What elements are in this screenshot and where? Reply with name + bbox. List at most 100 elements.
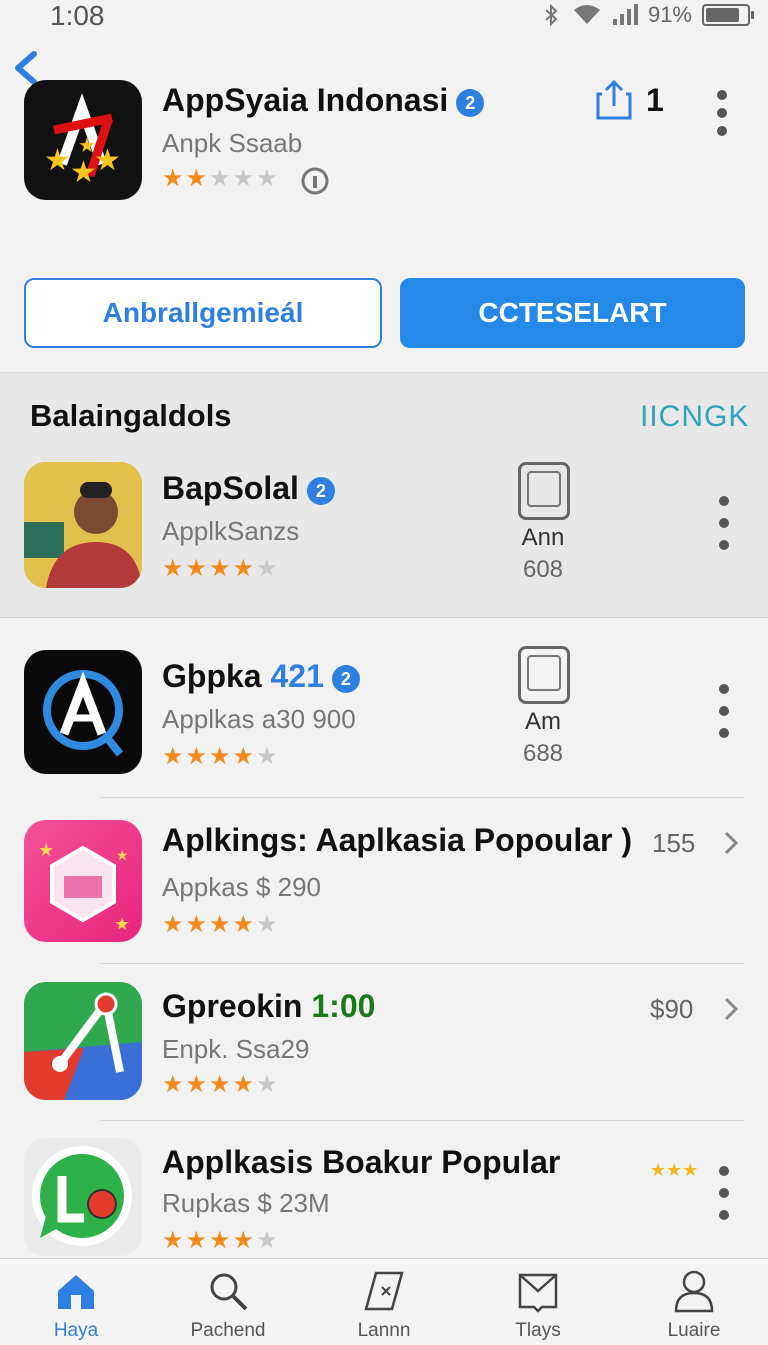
- verified-badge: 2: [456, 88, 485, 117]
- app-icon-list-2[interactable]: [24, 982, 142, 1100]
- featured-2-title-accent: 421: [270, 658, 324, 694]
- open-button[interactable]: CCTESELART: [400, 278, 745, 348]
- verified-badge: 2: [331, 664, 360, 693]
- star-filled-icon: ★: [162, 911, 186, 938]
- install-button[interactable]: Anbrallgemieál: [24, 278, 382, 348]
- divider: [100, 963, 744, 964]
- list-1-price: 155: [652, 828, 696, 858]
- app-icon-list-1[interactable]: ★ ★ ★: [24, 820, 142, 942]
- share-icon[interactable]: [594, 78, 634, 122]
- svg-text:★: ★: [78, 135, 96, 157]
- section-see-all-link[interactable]: IICNGK: [640, 400, 749, 434]
- svg-text:★: ★: [70, 156, 97, 189]
- star-filled-icon: ★: [209, 1227, 233, 1254]
- more-icon[interactable]: [718, 684, 730, 738]
- app-icon-main: ★ ★ ★ ★: [24, 80, 142, 200]
- svg-text:★: ★: [38, 840, 54, 860]
- list-2-sub: Enpk. Ssa29: [162, 1034, 310, 1064]
- more-icon[interactable]: [718, 1166, 730, 1220]
- svg-text:★: ★: [94, 144, 121, 177]
- star-empty-icon: ★: [209, 165, 233, 192]
- developer-name: Anpk Ssaab: [162, 128, 303, 158]
- star-filled-icon: ★: [162, 165, 186, 192]
- header-rating-stars: ★★★★★: [162, 164, 280, 193]
- tab-profile[interactable]: Luaire: [634, 1269, 754, 1342]
- tablet-icon: [518, 646, 570, 704]
- star-filled-icon: ★: [185, 1227, 210, 1254]
- star-filled-icon: ★: [185, 911, 210, 938]
- star-empty-icon: ★: [232, 165, 257, 192]
- list-2-title: Gpreokin 1:00: [162, 988, 376, 1024]
- featured-1-stars: ★★★★★: [162, 554, 280, 583]
- featured-1-sub: ApplkSanzs: [162, 516, 300, 546]
- star-filled-icon: ★: [162, 743, 186, 770]
- header-more-icon[interactable]: [716, 90, 728, 136]
- person-icon: [674, 1270, 714, 1313]
- star-empty-icon: ★: [256, 911, 280, 938]
- share-count: 1: [646, 82, 664, 118]
- info-icon[interactable]: [300, 166, 330, 196]
- featured-1-device-label: Ann: [521, 524, 565, 551]
- star-filled-icon: ★: [185, 743, 210, 770]
- star-filled-icon: ★: [232, 555, 257, 582]
- star-filled-icon: ★: [232, 1071, 257, 1098]
- bluetooth-icon: [545, 4, 558, 26]
- app-title: AppSyaia Indonasi 2: [162, 82, 485, 119]
- app-icon-featured-1[interactable]: [24, 462, 142, 588]
- star-filled-icon: ★: [162, 1071, 186, 1098]
- star-filled-icon: ★: [232, 911, 257, 938]
- featured-2-stars: ★★★★★: [162, 742, 280, 771]
- tab-search[interactable]: Pachend: [168, 1269, 288, 1342]
- tab-bar: Haya Pachend Lannn Tlays Luaire: [0, 1258, 768, 1345]
- signal-icon: [612, 4, 638, 25]
- featured-1-device-count: 608: [522, 556, 564, 583]
- list-2-title-accent: 1:00: [311, 988, 376, 1024]
- star-empty-icon: ★: [256, 743, 280, 770]
- section-title: Balaingaldols: [30, 398, 232, 433]
- app-icon-list-3[interactable]: [24, 1138, 142, 1256]
- tablet-icon: [518, 462, 570, 520]
- verified-badge: 2: [306, 476, 335, 505]
- featured-2-title: Gþpka 421 2: [162, 658, 360, 695]
- home-icon: [58, 1275, 94, 1309]
- star-filled-icon: ★: [209, 555, 233, 582]
- svg-text:★: ★: [44, 144, 71, 177]
- app-icon-featured-2[interactable]: [24, 650, 142, 774]
- star-filled-icon: ★: [209, 1071, 233, 1098]
- search-icon: [210, 1273, 248, 1311]
- battery-icon: [702, 4, 754, 26]
- divider: [100, 797, 744, 798]
- wifi-icon: [573, 5, 600, 24]
- tab-home[interactable]: Haya: [16, 1269, 136, 1342]
- list-2-price: $90: [650, 994, 694, 1024]
- battery-level: [706, 8, 739, 22]
- list-1-stars: ★★★★★: [162, 910, 280, 939]
- chevron-right-icon[interactable]: [722, 996, 740, 1022]
- list-3-stars: ★★★★★: [162, 1226, 280, 1255]
- star-filled-icon: ★: [209, 911, 233, 938]
- list-1-title: Aplkings: Aaplkasia Popoular ): [162, 822, 633, 858]
- star-empty-icon: ★: [256, 165, 280, 192]
- map-icon: [364, 1271, 404, 1311]
- star-empty-icon: ★: [256, 1071, 280, 1098]
- star-filled-icon: ★: [185, 165, 210, 192]
- list-3-mini-stars: ★★★: [650, 1160, 699, 1180]
- status-time: 1:08: [50, 0, 105, 31]
- svg-text:★: ★: [116, 847, 129, 863]
- tab-map[interactable]: Lannn: [324, 1269, 444, 1342]
- star-empty-icon: ★: [256, 555, 280, 582]
- chevron-right-icon[interactable]: [722, 830, 740, 856]
- svg-text:★: ★: [114, 914, 130, 934]
- list-3-title: Applkasis Boakur Popular: [162, 1144, 561, 1180]
- star-filled-icon: ★: [162, 555, 186, 582]
- featured-2-device-count: 688: [522, 740, 564, 767]
- list-1-sub: Appkas $ 290: [162, 872, 322, 902]
- tab-inbox[interactable]: Tlays: [478, 1269, 598, 1342]
- inbox-icon: [518, 1273, 558, 1313]
- featured-2-sub: Applkas a30 900: [162, 704, 356, 734]
- list-3-sub: Rupkas $ 23M: [162, 1188, 330, 1218]
- divider: [100, 1120, 744, 1121]
- status-bar: 1:08 91%: [0, 0, 768, 36]
- more-icon[interactable]: [718, 496, 730, 550]
- list-2-stars: ★★★★★: [162, 1070, 280, 1099]
